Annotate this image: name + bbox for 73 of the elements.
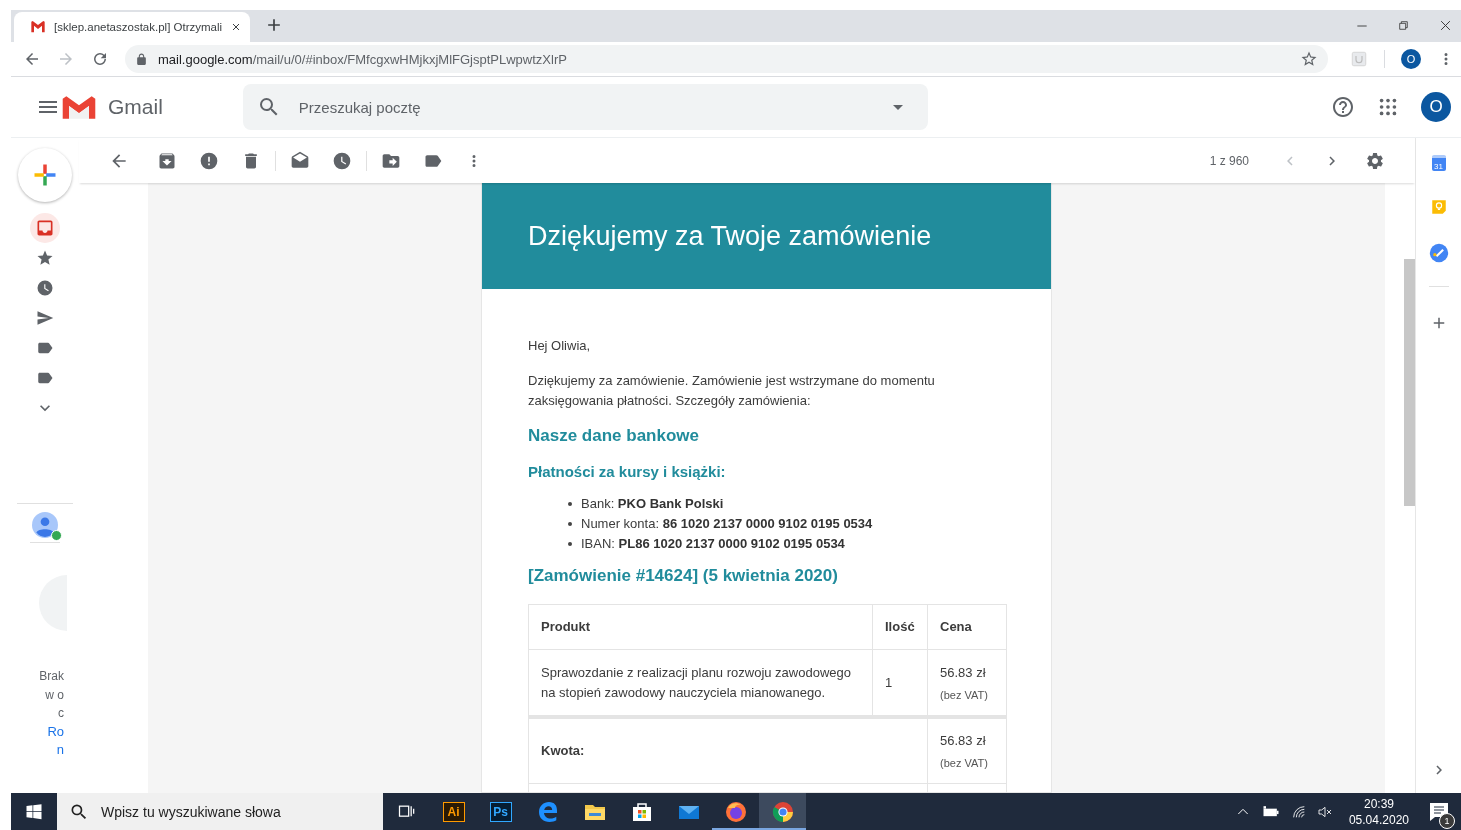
taskbar-search-field[interactable]: Wpisz tu wyszukiwane słowa: [99, 802, 371, 821]
taskbar-button[interactable]: [759, 793, 806, 830]
product-name: Gmail: [108, 95, 163, 119]
user-avatar-icon[interactable]: [32, 512, 58, 538]
checkmark-circle-icon[interactable]: [1428, 243, 1449, 263]
search-field[interactable]: Przeszukaj pocztę: [296, 97, 870, 117]
chrome-icon[interactable]: [770, 799, 795, 824]
clock-date[interactable]: 05.04.2020: [1348, 811, 1409, 828]
browser-tab[interactable]: [sklep.anetaszostak.pl] Otrzymali: [14, 12, 251, 42]
illustrator-icon[interactable]: Ai: [442, 801, 465, 822]
table-cell: Kwota:: [529, 719, 928, 783]
star-icon: [36, 249, 54, 267]
send-icon: [36, 309, 54, 327]
compose-button[interactable]: [18, 148, 72, 202]
table-cell: 1: [873, 650, 928, 715]
sidebar-text: w o: [45, 686, 64, 704]
clock-time[interactable]: 20:39: [1363, 795, 1394, 812]
email-banner-title: Dziękujemy za Twoje zamówienie: [482, 183, 1051, 289]
restore-icon[interactable]: [1397, 19, 1410, 32]
section-heading: [Zamówienie #14624] (5 kwietnia 2020): [528, 566, 839, 586]
price-text: 56.83 zł: [940, 732, 987, 750]
link[interactable]: n: [56, 741, 64, 760]
list-item-text: Bank: PKO Bank Polski: [581, 495, 724, 513]
price-note: (bez VAT): [940, 756, 989, 771]
windows-logo-icon: [25, 802, 43, 821]
price-text: 56.83 zł: [940, 663, 987, 682]
lock-icon: [135, 52, 148, 66]
status-dot: [51, 530, 62, 541]
firefox-icon[interactable]: [723, 799, 748, 824]
column-header: Cena: [939, 618, 973, 636]
section-heading: Nasze dane bankowe: [528, 426, 700, 446]
price-note: (bez VAT): [940, 687, 989, 703]
report-icon[interactable]: [199, 150, 219, 171]
search-bar[interactable]: Przeszukaj pocztę: [242, 84, 928, 130]
list-item-text: Numer konta: 86 1020 2137 0000 9102 0195 0534: [581, 515, 873, 533]
bullet-dot: [568, 502, 572, 506]
apps-grid-icon[interactable]: [1377, 96, 1399, 118]
clock-icon[interactable]: [332, 150, 352, 171]
bullet-dot: [568, 522, 572, 526]
table-cell: Sprawozdanie z realizacji planu rozwoju zawodowego na stopień zawodowy nauczyciela mianowanego.: [529, 650, 873, 715]
sidebar-text: c: [58, 705, 64, 722]
photoshop-icon[interactable]: Ps: [489, 801, 512, 822]
settings-icon[interactable]: [1365, 150, 1385, 171]
reload-icon[interactable]: [91, 50, 109, 68]
help-icon[interactable]: [1331, 95, 1355, 119]
taskbar-button[interactable]: Ai: [430, 793, 477, 830]
address-bar[interactable]: mail.google.com/mail/u/0/#inbox/FMfcgxwHMjkxjMlFGjsptPLwpwtzXlrP: [125, 45, 1328, 73]
wifi-icon[interactable]: [1290, 803, 1307, 820]
scrollbar-thumb[interactable]: [1404, 259, 1415, 506]
subheading: Płatności za kursy i książki:: [528, 462, 727, 482]
nav-item[interactable]: [30, 213, 60, 243]
sidebar-text: Brak: [39, 668, 64, 685]
column-header: Ilość: [873, 605, 928, 649]
list-item-text: IBAN: PL86 1020 2137 0000 9102 0195 0534: [581, 535, 845, 553]
intro-text: Dziękujemy za zamówienie. Zamówienie jest wstrzymane do momentu zaksięgowania płatności. Szczegóły zamówienia:: [528, 372, 936, 410]
message-counter: 1 z 960: [1209, 153, 1249, 168]
profile-avatar[interactable]: O: [1401, 49, 1421, 69]
bullet-dot: [568, 542, 572, 546]
link[interactable]: Ro: [47, 722, 64, 741]
inbox-icon: [35, 218, 55, 238]
column-header: Produkt: [529, 605, 873, 649]
calendar-icon[interactable]: 31: [1431, 155, 1446, 171]
taskbar-search-bar[interactable]: Wpisz tu wyszukiwane słowa: [57, 793, 383, 830]
tab-title: [sklep.anetaszostak.pl] Otrzymali: [54, 21, 223, 33]
clock-icon: [36, 279, 54, 297]
open-envelope-icon[interactable]: [290, 150, 310, 171]
taskbar-button[interactable]: Ps: [477, 793, 524, 830]
greeting-text: Hej Oliwia,: [528, 337, 592, 355]
url-text: mail.google.com/mail/u/0/#inbox/FMfcgxwHMjkxjMlFGjsptPLwpwtzXlrP: [158, 51, 568, 67]
mail-logo-icon: [30, 19, 46, 35]
account-avatar[interactable]: O: [1421, 92, 1451, 122]
star-icon[interactable]: [1300, 50, 1318, 68]
close-icon[interactable]: [1438, 18, 1453, 33]
